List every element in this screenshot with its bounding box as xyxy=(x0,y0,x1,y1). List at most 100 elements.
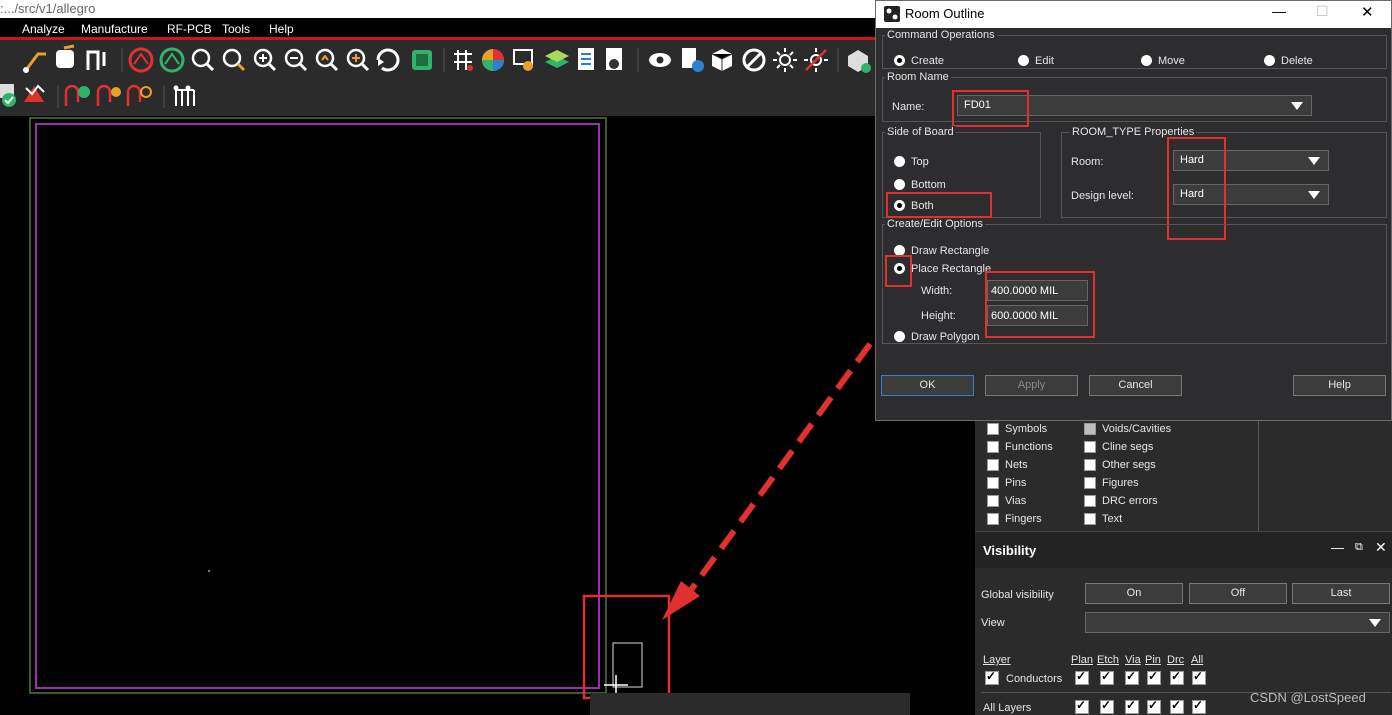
menu-analyze[interactable]: Analyze xyxy=(22,22,65,36)
route-icon[interactable] xyxy=(23,52,46,73)
slide-icon[interactable] xyxy=(86,50,106,70)
visibility-last-button[interactable]: Last xyxy=(1292,583,1390,604)
find-checkbox-figures[interactable] xyxy=(1084,477,1096,489)
float-icon[interactable]: ⧉ xyxy=(1355,541,1363,554)
maximize-icon[interactable]: ☐ xyxy=(1316,3,1329,20)
minimize-icon[interactable]: — xyxy=(1331,540,1344,555)
menu-rf-pcb[interactable]: RF-PCB xyxy=(167,22,212,36)
find-panel: Symbols Functions Nets Pins Vias Fingers… xyxy=(975,421,1392,531)
drc-green-icon[interactable] xyxy=(159,47,185,73)
ok-button[interactable]: OK xyxy=(881,375,974,396)
add-shape-icon[interactable] xyxy=(848,50,871,73)
info-icon[interactable] xyxy=(682,48,704,72)
help-button[interactable]: Help xyxy=(1293,375,1386,396)
fanout-icon[interactable] xyxy=(173,85,195,107)
sun-disabled-icon[interactable] xyxy=(804,48,828,72)
layers-icon[interactable] xyxy=(545,50,569,68)
find-checkbox-voids[interactable] xyxy=(1084,423,1096,435)
chevron-down-icon xyxy=(1369,619,1381,627)
eye-icon[interactable] xyxy=(649,53,671,67)
dialog-titlebar[interactable]: Room Outline — ☐ ✕ xyxy=(876,1,1391,28)
edit-connect-icon[interactable] xyxy=(96,84,121,106)
radio-move[interactable] xyxy=(1141,55,1152,66)
drc-warning-icon[interactable] xyxy=(24,84,45,102)
zoom-in-icon[interactable] xyxy=(253,48,277,72)
find-checkbox-cline-segs[interactable] xyxy=(1084,441,1096,453)
find-checkbox-text[interactable] xyxy=(1084,513,1096,525)
minimize-icon[interactable]: — xyxy=(1272,3,1286,19)
conductors-etch-checkbox[interactable] xyxy=(1100,669,1114,685)
menu-manufacture[interactable]: Manufacture xyxy=(81,22,148,36)
find-checkbox-symbols[interactable] xyxy=(987,423,999,435)
all-drc-checkbox[interactable] xyxy=(1170,698,1184,714)
design-level-select[interactable]: Hard xyxy=(1173,184,1329,205)
radio-both[interactable] xyxy=(894,200,905,211)
edit-icon[interactable] xyxy=(742,48,766,72)
find-checkbox-functions[interactable] xyxy=(987,441,999,453)
3d-view-icon[interactable] xyxy=(412,50,432,70)
cancel-button[interactable]: Cancel xyxy=(1089,375,1182,396)
hand-icon[interactable] xyxy=(56,44,75,68)
find-checkbox-other-segs[interactable] xyxy=(1084,459,1096,471)
conductors-drc-checkbox[interactable] xyxy=(1170,669,1184,685)
visibility-off-button[interactable]: Off xyxy=(1189,583,1287,604)
row-all-layers: All Layers xyxy=(983,702,1032,714)
menu-help[interactable]: Help xyxy=(269,22,294,36)
color-icon[interactable] xyxy=(482,49,504,71)
package-icon[interactable] xyxy=(711,49,733,71)
report-icon[interactable] xyxy=(578,48,594,70)
find-checkbox-vias[interactable] xyxy=(987,495,999,507)
find-checkbox-nets[interactable] xyxy=(987,459,999,471)
find-checkbox-pins[interactable] xyxy=(987,477,999,489)
design-level-label: Design level: xyxy=(1071,190,1134,202)
radio-create[interactable] xyxy=(894,55,905,66)
radio-top[interactable] xyxy=(894,156,905,167)
all-via-checkbox[interactable] xyxy=(1125,698,1139,714)
zoom-fit-icon[interactable] xyxy=(191,48,215,72)
sun-icon[interactable] xyxy=(773,48,797,72)
conductors-pin-checkbox[interactable] xyxy=(1147,669,1161,685)
conductors-via-checkbox[interactable] xyxy=(1125,669,1139,685)
close-icon[interactable]: ✕ xyxy=(1361,3,1374,21)
add-connect-icon[interactable] xyxy=(64,84,90,106)
design-canvas[interactable] xyxy=(0,116,968,715)
all-plan-checkbox[interactable] xyxy=(1075,698,1089,714)
conductors-checkbox[interactable] xyxy=(985,669,999,685)
radio-edit[interactable] xyxy=(1018,55,1029,66)
shadow-icon[interactable] xyxy=(513,49,533,71)
menu-tools[interactable]: Tools xyxy=(222,22,250,36)
zoom-out-icon[interactable] xyxy=(284,48,308,72)
radio-draw-polygon[interactable] xyxy=(894,331,905,342)
grid-icon[interactable] xyxy=(454,50,473,71)
radio-bottom[interactable] xyxy=(894,179,905,190)
view-select[interactable] xyxy=(1085,612,1390,633)
zoom-prev-icon[interactable] xyxy=(315,48,339,72)
visibility-on-button[interactable]: On xyxy=(1085,583,1183,604)
radio-delete[interactable] xyxy=(1264,55,1275,66)
create-edit-title: Create/Edit Options xyxy=(885,218,985,230)
conductors-plan-checkbox[interactable] xyxy=(1075,669,1089,685)
conductors-all-checkbox[interactable] xyxy=(1192,669,1206,685)
room-type-select[interactable]: Hard xyxy=(1173,150,1329,171)
width-input[interactable]: 400.0000 MIL xyxy=(987,280,1088,301)
properties-icon[interactable] xyxy=(606,48,622,70)
apply-button[interactable]: Apply xyxy=(985,375,1078,396)
radio-draw-rectangle[interactable] xyxy=(894,245,905,256)
height-input[interactable]: 600.0000 MIL xyxy=(987,305,1088,326)
assign-check-icon[interactable] xyxy=(0,84,16,107)
delay-tune-icon[interactable] xyxy=(126,84,152,106)
all-etch-checkbox[interactable] xyxy=(1100,698,1114,714)
redraw-icon[interactable] xyxy=(376,48,400,72)
find-checkbox-fingers[interactable] xyxy=(987,513,999,525)
zoom-center-icon[interactable] xyxy=(346,48,370,72)
find-checkbox-drc-errors[interactable] xyxy=(1084,495,1096,507)
all-all-checkbox[interactable] xyxy=(1192,698,1206,714)
room-name-combo[interactable]: FD01 xyxy=(957,95,1312,116)
zoom-window-icon[interactable] xyxy=(222,48,246,72)
drc-icon[interactable] xyxy=(128,47,154,73)
radio-place-rectangle[interactable] xyxy=(894,263,905,274)
find-label-nets: Nets xyxy=(1005,459,1028,471)
all-pin-checkbox[interactable] xyxy=(1147,698,1161,714)
close-icon[interactable]: ✕ xyxy=(1375,539,1387,556)
room-label: Room: xyxy=(1071,156,1104,168)
